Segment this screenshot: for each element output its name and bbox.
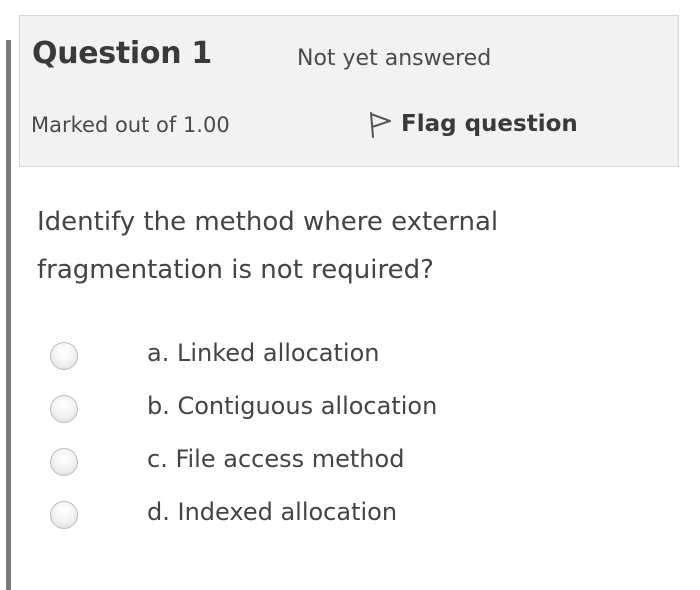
radio-unchecked-icon[interactable] [50,448,78,476]
question-grade: Marked out of 1.00 [31,113,230,137]
radio-unchecked-icon[interactable] [50,501,78,529]
radio-unchecked-icon[interactable] [50,395,78,423]
flag-question-label: Flag question [401,111,578,137]
question-info-box: Question 1 Not yet answered Marked out o… [19,15,679,167]
answer-option-d[interactable]: d. Indexed allocation [50,498,550,541]
answer-label-c[interactable]: c. File access method [147,445,404,473]
question-number: Question 1 [32,36,212,71]
question-left-rule [6,40,11,590]
answer-label-b[interactable]: b. Contiguous allocation [147,392,437,420]
answer-label-a[interactable]: a. Linked allocation [147,339,380,367]
flag-question-button[interactable]: Flag question [367,109,578,139]
answer-option-b[interactable]: b. Contiguous allocation [50,392,550,435]
flag-icon [367,109,393,139]
question-text: Identify the method where external fragm… [37,207,499,285]
radio-unchecked-icon[interactable] [50,342,78,370]
answer-label-d[interactable]: d. Indexed allocation [147,498,397,526]
question-page: Question 1 Not yet answered Marked out o… [0,0,700,590]
answer-option-c[interactable]: c. File access method [50,445,550,488]
question-state: Not yet answered [297,46,492,71]
answer-option-a[interactable]: a. Linked allocation [50,339,550,382]
